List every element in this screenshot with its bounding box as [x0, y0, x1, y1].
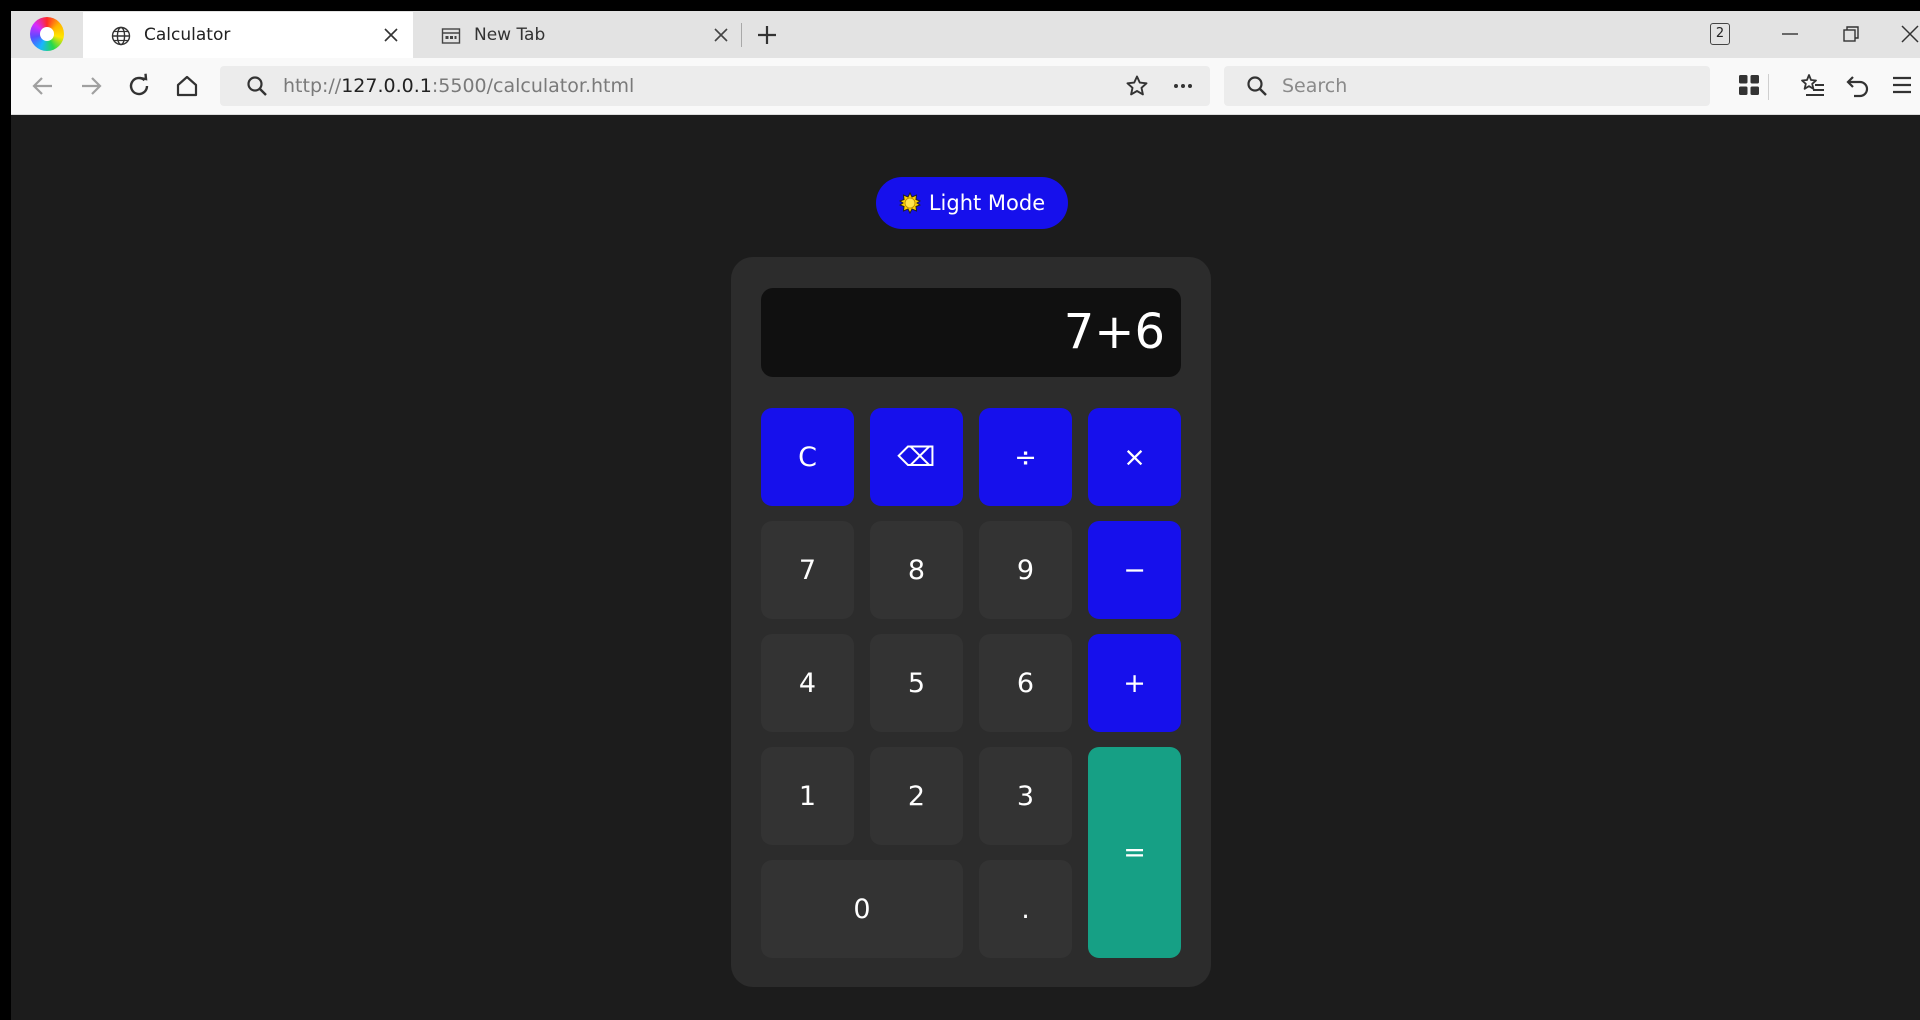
decimal-button[interactable]: .: [979, 860, 1072, 958]
close-tab-icon[interactable]: [713, 27, 729, 43]
calculator-display: 7+6: [761, 288, 1181, 377]
toolbar-separator: [1768, 74, 1769, 100]
undo-icon[interactable]: [1845, 72, 1871, 98]
equals-button[interactable]: =: [1088, 747, 1181, 958]
forward-arrow-icon[interactable]: [77, 72, 105, 100]
theme-toggle-label: Light Mode: [928, 191, 1046, 215]
favorites-list-icon[interactable]: [1800, 72, 1826, 98]
browser-logo-icon[interactable]: [30, 17, 64, 51]
divide-button[interactable]: ÷: [979, 408, 1072, 506]
close-window-icon[interactable]: [1899, 23, 1920, 45]
globe-icon: [111, 26, 131, 46]
url-text[interactable]: http://127.0.0.1:5500/calculator.html: [283, 75, 634, 97]
calculator: 7+6 C ⌫ ÷ × 7 8 9 − 4 5 6 + 1 2 3 = 0 .: [731, 257, 1211, 987]
search-icon: [247, 76, 267, 96]
tab-title: Calculator: [144, 25, 231, 45]
reload-icon[interactable]: [125, 72, 153, 100]
search-bar[interactable]: [1224, 66, 1710, 106]
sun-icon: [898, 192, 921, 214]
close-tab-icon[interactable]: [383, 27, 399, 43]
backspace-button[interactable]: ⌫: [870, 408, 963, 506]
tab-strip: Calculator New Tab 2: [11, 11, 1920, 58]
tab-title: New Tab: [474, 25, 546, 45]
digit-1-button[interactable]: 1: [761, 747, 854, 845]
tab-calculator[interactable]: Calculator: [83, 12, 413, 58]
apps-grid-icon[interactable]: [1736, 72, 1762, 98]
url-protocol: http://: [283, 75, 342, 97]
browser-window: Calculator New Tab 2 http://127.0.0.1:55…: [11, 11, 1920, 1020]
minimize-icon[interactable]: [1779, 23, 1801, 45]
more-options-icon[interactable]: [1171, 74, 1195, 98]
add-button[interactable]: +: [1088, 634, 1181, 732]
url-path: :5500/calculator.html: [431, 75, 635, 97]
tab-separator: [741, 23, 742, 47]
tab-count-badge[interactable]: 2: [1710, 23, 1730, 45]
navigation-bar: http://127.0.0.1:5500/calculator.html: [11, 58, 1920, 115]
tab-new-tab[interactable]: New Tab: [413, 12, 743, 58]
light-mode-toggle-button[interactable]: Light Mode: [876, 177, 1068, 229]
digit-9-button[interactable]: 9: [979, 521, 1072, 619]
search-icon: [1247, 76, 1267, 96]
page-content: Light Mode 7+6 C ⌫ ÷ × 7 8 9 − 4 5 6 + 1…: [11, 116, 1920, 1020]
menu-hamburger-icon[interactable]: [1889, 72, 1915, 98]
home-icon[interactable]: [173, 72, 201, 100]
new-tab-plus-icon[interactable]: [756, 24, 778, 46]
digit-7-button[interactable]: 7: [761, 521, 854, 619]
address-bar[interactable]: http://127.0.0.1:5500/calculator.html: [220, 66, 1210, 106]
digit-2-button[interactable]: 2: [870, 747, 963, 845]
digit-6-button[interactable]: 6: [979, 634, 1072, 732]
multiply-button[interactable]: ×: [1088, 408, 1181, 506]
subtract-button[interactable]: −: [1088, 521, 1181, 619]
clear-button[interactable]: C: [761, 408, 854, 506]
restore-icon[interactable]: [1840, 23, 1862, 45]
search-input[interactable]: [1282, 66, 1682, 106]
back-arrow-icon[interactable]: [29, 72, 57, 100]
digit-0-button[interactable]: 0: [761, 860, 963, 958]
bookmark-star-icon[interactable]: [1125, 74, 1149, 98]
newtab-page-icon: [441, 28, 461, 44]
digit-3-button[interactable]: 3: [979, 747, 1072, 845]
digit-5-button[interactable]: 5: [870, 634, 963, 732]
digit-4-button[interactable]: 4: [761, 634, 854, 732]
digit-8-button[interactable]: 8: [870, 521, 963, 619]
url-host: 127.0.0.1: [341, 75, 432, 97]
